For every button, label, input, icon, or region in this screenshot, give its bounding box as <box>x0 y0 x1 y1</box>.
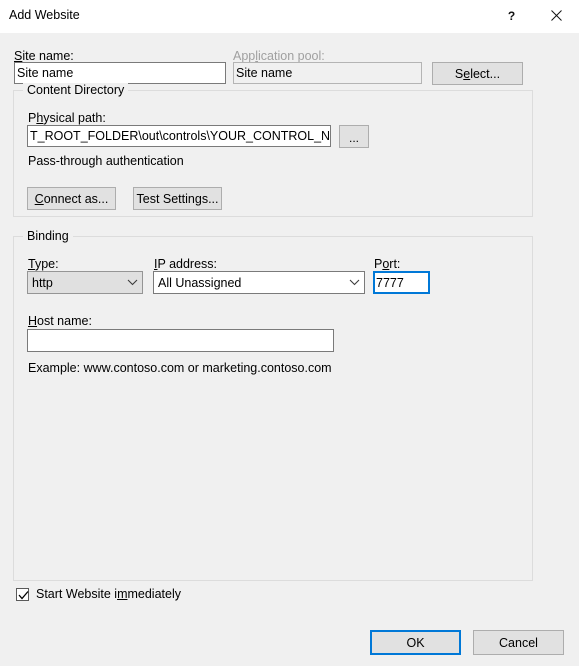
ellipsis-icon: ... <box>348 130 359 145</box>
dialog-body: Site name: Site name Application pool: S… <box>0 33 579 666</box>
close-button[interactable] <box>534 0 579 31</box>
binding-type-value: http <box>32 275 53 290</box>
port-label: Port: <box>374 257 401 271</box>
ip-address-value: All Unassigned <box>158 275 242 290</box>
host-name-example-text: Example: www.contoso.com or marketing.co… <box>28 361 332 375</box>
check-icon <box>18 590 29 599</box>
ip-address-select[interactable]: All Unassigned <box>153 271 365 294</box>
cancel-button-label: Cancel <box>499 635 538 650</box>
application-pool-label: Application pool: <box>233 49 325 63</box>
passthrough-authentication-label: Pass-through authentication <box>28 154 184 168</box>
start-website-checkbox-row[interactable]: Start Website immediately <box>16 587 181 601</box>
application-pool-input: Site name <box>233 62 422 84</box>
site-name-value: Site name <box>17 66 74 80</box>
chevron-down-icon <box>344 279 364 286</box>
host-name-label: Host name: <box>28 314 92 328</box>
question-mark-icon: ? <box>507 8 516 23</box>
host-name-input[interactable] <box>27 329 334 352</box>
start-website-checkbox[interactable] <box>16 587 29 601</box>
binding-type-label: Type: <box>28 257 59 271</box>
ok-button[interactable]: OK <box>370 630 461 655</box>
binding-type-select[interactable]: http <box>27 271 143 294</box>
physical-path-input[interactable]: T_ROOT_FOLDER\out\controls\YOUR_CONTROL_… <box>27 125 331 147</box>
application-pool-value: Site name <box>236 66 293 80</box>
site-name-input[interactable]: Site name <box>14 62 226 84</box>
binding-group-title: Binding <box>23 229 73 243</box>
site-name-label: Site name: <box>14 49 74 63</box>
help-button[interactable]: ? <box>489 0 534 31</box>
physical-path-value: T_ROOT_FOLDER\out\controls\YOUR_CONTROL_… <box>30 129 331 143</box>
ok-button-label: OK <box>406 635 425 650</box>
physical-path-label: Physical path: <box>28 111 106 125</box>
title-bar: Add Website ? <box>0 0 579 33</box>
port-value: 7777 <box>376 275 404 290</box>
window-title: Add Website <box>9 8 80 22</box>
ip-address-label: IP address: <box>154 257 218 271</box>
cancel-button[interactable]: Cancel <box>473 630 564 655</box>
chevron-down-icon <box>122 279 142 286</box>
connect-as-button[interactable]: Connect as... <box>27 187 116 210</box>
content-directory-group-title: Content Directory <box>23 83 129 97</box>
browse-physical-path-button[interactable]: ... <box>339 125 369 148</box>
test-settings-button[interactable]: Test Settings... <box>133 187 222 210</box>
port-input[interactable]: 7777 <box>373 271 430 294</box>
select-app-pool-button[interactable]: Select... <box>432 62 523 85</box>
close-icon <box>551 10 562 21</box>
start-website-label: Start Website immediately <box>36 587 181 601</box>
